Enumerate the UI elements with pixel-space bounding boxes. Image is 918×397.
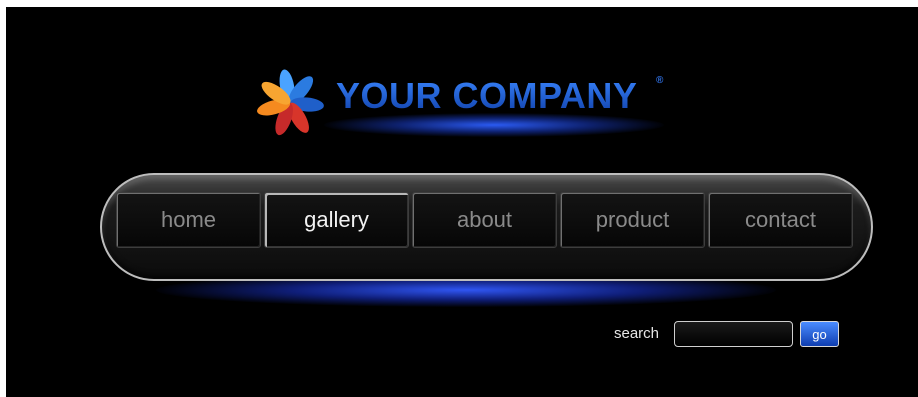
company-name: YOUR COMPANY bbox=[336, 75, 638, 116]
main-nav: home gallery about product contact bbox=[116, 192, 853, 250]
page-frame: YOUR COMPANY ® home gallery about produc… bbox=[6, 7, 918, 397]
nav-home[interactable]: home bbox=[116, 192, 261, 248]
nav-about[interactable]: about bbox=[412, 192, 557, 248]
logo-glow bbox=[324, 113, 664, 137]
search-input[interactable] bbox=[674, 321, 793, 347]
nav-gallery[interactable]: gallery bbox=[264, 192, 409, 248]
nav-contact[interactable]: contact bbox=[708, 192, 853, 248]
pinwheel-flower-logo-icon bbox=[257, 69, 324, 136]
company-logo[interactable]: YOUR COMPANY ® bbox=[250, 65, 690, 145]
trademark-symbol: ® bbox=[656, 75, 664, 86]
search-label: search bbox=[614, 325, 660, 342]
nav-product[interactable]: product bbox=[560, 192, 705, 248]
go-button[interactable]: go bbox=[800, 321, 839, 347]
